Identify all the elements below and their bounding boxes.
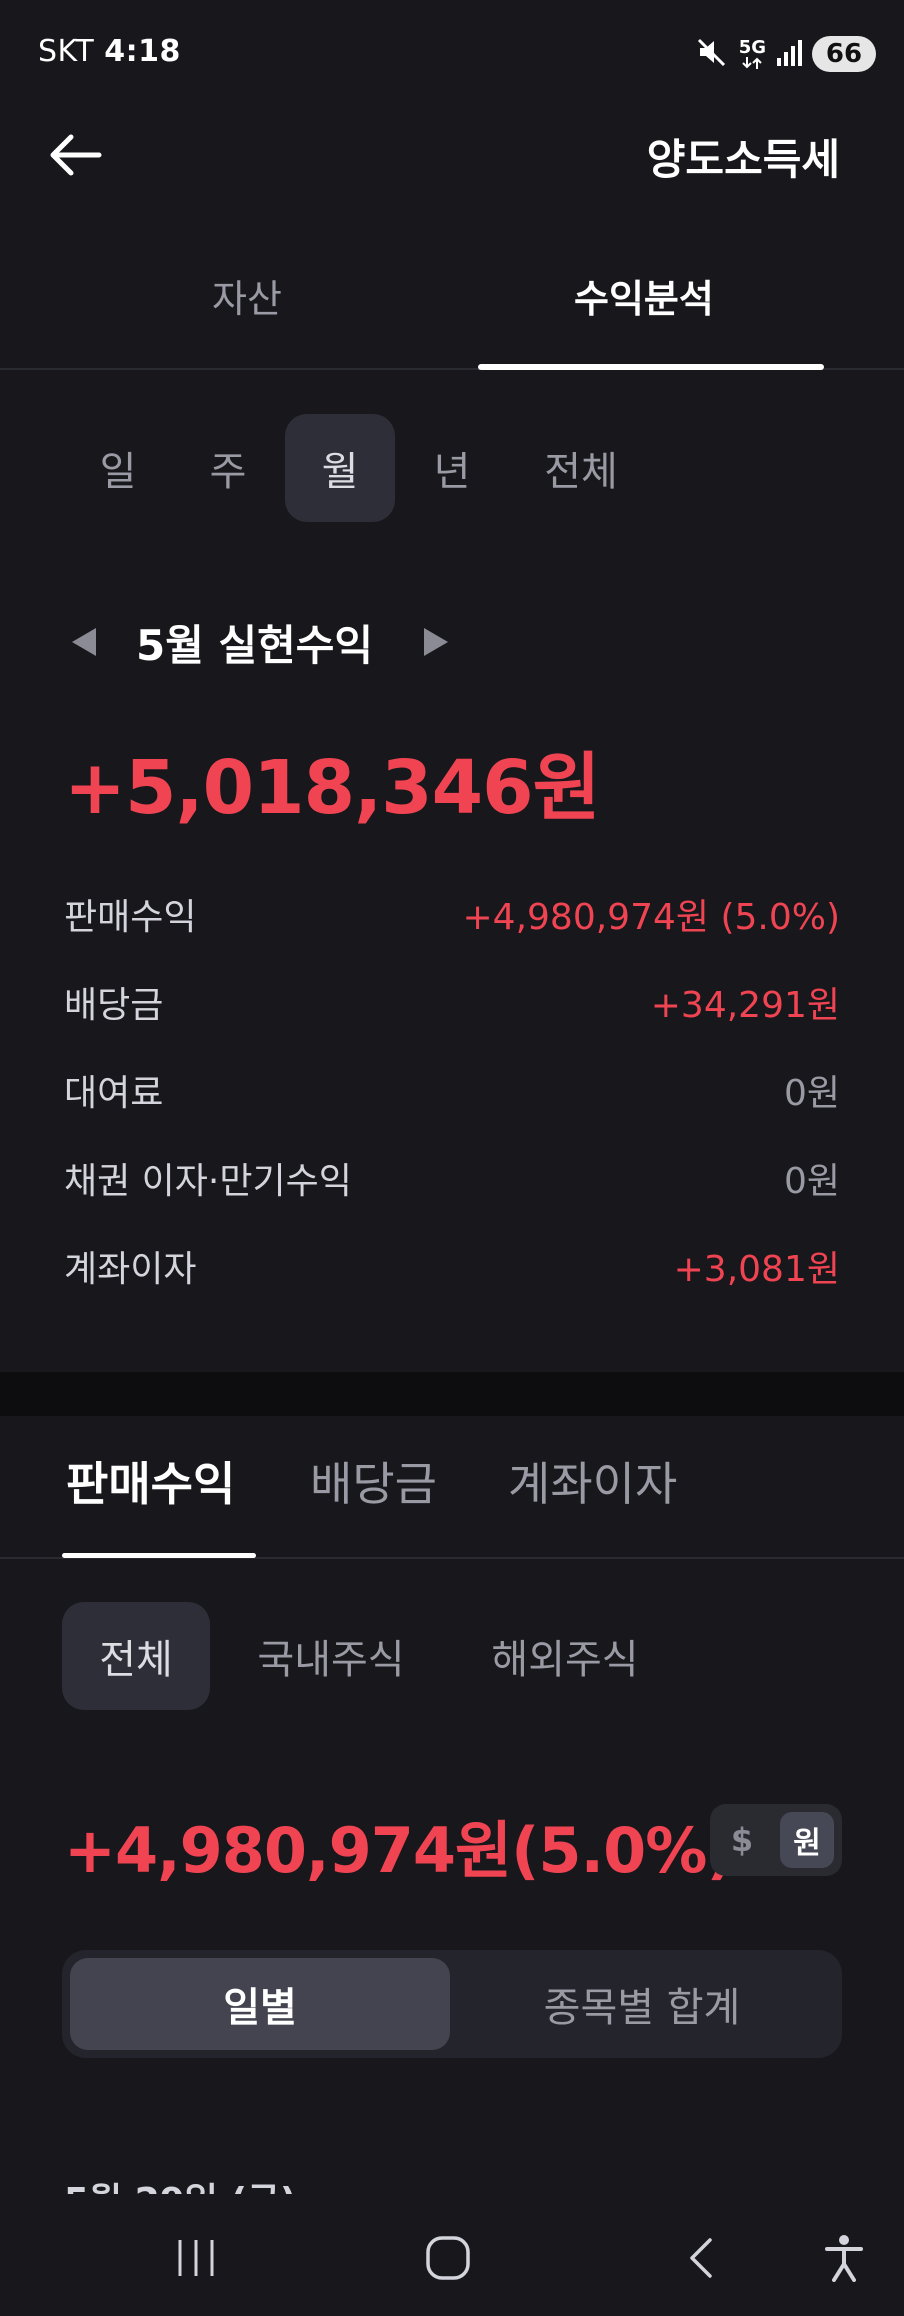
status-bar: SKT 4:18 5G 66 <box>0 0 904 110</box>
network-5g-icon: 5G <box>739 39 766 69</box>
recent-apps-button[interactable] <box>156 2228 236 2288</box>
breakdown-label: 계좌이자 <box>64 1249 197 1290</box>
breakdown-value: 0원 <box>783 1073 840 1114</box>
breakdown-value: +4,980,974원 (5.0%) <box>462 897 841 938</box>
view-segmented-control: 일별 종목별 합계 <box>62 1950 842 2058</box>
arrow-left-icon <box>50 134 102 176</box>
breakdown-value: +3,081원 <box>673 1249 840 1290</box>
period-tab-week[interactable]: 주 <box>182 414 274 522</box>
page-title: 양도소득세 <box>646 135 840 184</box>
mute-icon <box>695 35 729 73</box>
breakdown-value: +34,291원 <box>650 985 840 1026</box>
period-tab-all[interactable]: 전체 <box>522 414 640 522</box>
period-tab-day[interactable]: 일 <box>72 414 164 522</box>
breakdown-label: 채권 이자·만기수익 <box>64 1161 352 1202</box>
top-tabs: 자산 수익분석 <box>0 250 904 370</box>
caret-right-icon <box>424 628 448 656</box>
tab-sales-income[interactable]: 판매수익 <box>66 1448 235 1514</box>
breakdown-row-sales: 판매수익 +4,980,974원 (5.0%) <box>64 884 840 944</box>
segment-daily[interactable]: 일별 <box>70 1958 450 2050</box>
total-realized-amount: +5,018,346원 <box>64 745 601 831</box>
next-month-button[interactable] <box>424 628 448 656</box>
clock-time: 4:18 <box>104 34 181 69</box>
carrier-label: SKT <box>38 34 95 69</box>
battery-level: 66 <box>825 39 863 69</box>
carrier-time: SKT 4:18 <box>38 34 181 69</box>
caret-left-icon <box>72 628 96 656</box>
tab-assets[interactable]: 자산 <box>212 268 282 323</box>
breakdown-row-bond: 채권 이자·만기수익 0원 <box>64 1148 840 1208</box>
tab-account-interest[interactable]: 계좌이자 <box>508 1448 677 1514</box>
network-label: 5G <box>738 37 766 58</box>
status-icons: 5G 66 <box>695 34 876 74</box>
currency-toggle[interactable]: $ 원 <box>710 1804 842 1876</box>
breakdown-label: 판매수익 <box>64 897 197 938</box>
segment-by-stock[interactable]: 종목별 합계 <box>450 1958 834 2050</box>
filter-overseas-stocks[interactable]: 해외주식 <box>480 1602 650 1710</box>
battery-icon: 66 <box>812 36 876 72</box>
period-tab-month[interactable]: 월 <box>285 414 395 522</box>
accessibility-icon <box>825 2235 863 2282</box>
accessibility-button[interactable] <box>804 2228 884 2288</box>
period-tab-year[interactable]: 년 <box>406 414 498 522</box>
chevron-left-icon <box>690 2238 712 2278</box>
section-divider <box>0 1372 904 1416</box>
home-button[interactable] <box>408 2228 488 2288</box>
prev-month-button[interactable] <box>72 628 96 656</box>
currency-usd-option[interactable]: $ <box>718 1821 766 1859</box>
breakdown-label: 대여료 <box>64 1073 164 1114</box>
filter-domestic-stocks[interactable]: 국내주식 <box>246 1602 416 1710</box>
breakdown-row-account-interest: 계좌이자 +3,081원 <box>64 1236 840 1296</box>
tab-profit-analysis[interactable]: 수익분석 <box>574 268 714 323</box>
breakdown-row-dividend: 배당금 +34,291원 <box>64 972 840 1032</box>
back-button[interactable] <box>40 120 110 190</box>
breakdown-label: 배당금 <box>64 985 164 1026</box>
signal-icon <box>776 38 802 70</box>
active-tab-indicator <box>478 364 824 370</box>
active-tab-indicator <box>62 1553 256 1558</box>
breakdown-value: 0원 <box>783 1161 840 1202</box>
filter-all[interactable]: 전체 <box>62 1602 210 1710</box>
back-nav-button[interactable] <box>660 2228 740 2288</box>
tab-dividends[interactable]: 배당금 <box>310 1448 437 1514</box>
breakdown-row-lending: 대여료 0원 <box>64 1060 840 1120</box>
currency-krw-option[interactable]: 원 <box>780 1812 834 1868</box>
summary-title: 5월 실현수익 <box>136 621 374 670</box>
sales-income-amount: +4,980,974원(5.0%) <box>64 1814 735 1887</box>
date-header: 5월 29일 (금) <box>64 2172 296 2194</box>
home-icon <box>426 2236 470 2280</box>
recent-apps-icon <box>178 2240 214 2276</box>
